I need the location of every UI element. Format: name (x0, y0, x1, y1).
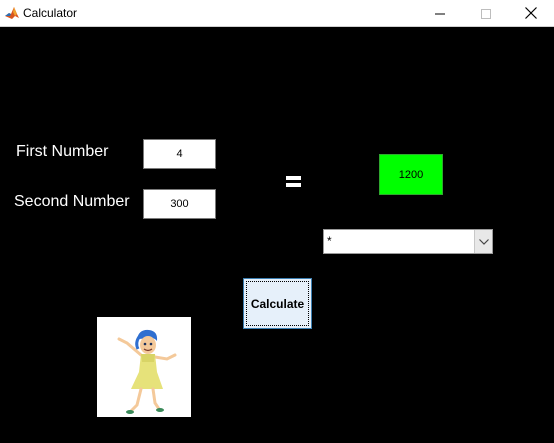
first-number-label: First Number (16, 143, 109, 160)
operator-selected-value: * (327, 234, 332, 248)
minimize-button[interactable] (417, 0, 463, 26)
second-number-label: Second Number (14, 193, 130, 210)
result-display: 1200 (379, 154, 443, 195)
close-button[interactable] (508, 0, 554, 26)
joy-character-image (97, 317, 191, 417)
calculate-button-label: Calculate (250, 296, 305, 311)
minimize-icon (435, 4, 445, 23)
maximize-icon (481, 4, 491, 23)
matlab-icon (4, 5, 20, 21)
window-title: Calculator (23, 6, 78, 20)
first-number-field[interactable] (143, 139, 216, 169)
maximize-button[interactable] (463, 0, 509, 26)
calculate-button[interactable]: Calculate (243, 278, 312, 329)
equals-sign-icon (286, 176, 301, 187)
calculator-window: Calculator First Number Second Number (0, 0, 554, 443)
result-value: 1200 (398, 168, 424, 181)
second-number-field[interactable] (143, 189, 216, 219)
chevron-down-icon[interactable] (474, 230, 492, 253)
title-bar: Calculator (0, 0, 554, 27)
operator-dropdown[interactable]: * (323, 229, 493, 254)
close-icon (525, 4, 537, 23)
